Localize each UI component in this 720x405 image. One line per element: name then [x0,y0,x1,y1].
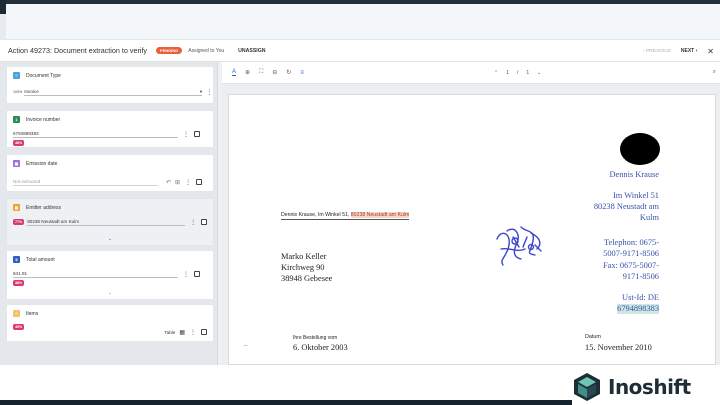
previous-button[interactable]: ‹ PREVIOUS [643,49,671,54]
add-icon[interactable]: ⊞ [175,179,180,186]
table-label: Table [164,329,176,335]
invoice-number-input[interactable]: 6794898383 [13,130,178,138]
letterhead-street: Im Winkel 51 [612,191,659,200]
emission-date-input[interactable]: Not extracted [13,178,158,186]
more-options-icon[interactable]: ⋮ [182,131,190,138]
expand-chevron-icon[interactable]: ⌄ [108,236,112,242]
sender-line: Dennis Krause, Im Winkel 51, 80238 Neust… [281,212,410,220]
order-label: Ihre Bestellung vom [293,335,338,341]
list-icon: ≡ [13,310,20,317]
signature-stamp [496,226,542,266]
recipient-name: Marko Keller [281,252,327,261]
letterhead-city2: Kulm [639,213,659,222]
close-icon[interactable]: ✕ [707,47,714,56]
action-bar: Action 49273: Document extraction to ver… [0,40,720,62]
verify-checkbox[interactable] [194,131,200,137]
fields-panel: ≡ Document Type 100% Invoice ▾ ⋮ 1 Invoi… [0,62,218,365]
letterhead-city1: 80238 Neustadt am [593,202,659,211]
status-badge: PENDING [156,47,183,54]
field-items[interactable]: ≡ Items 40% Table ▦ ⋮ [6,304,214,342]
more-options-icon[interactable]: ⋮ [189,219,197,226]
field-label: Emitter address [26,204,62,211]
search-icon[interactable]: ⌕ [713,69,716,76]
letterhead-ustnum[interactable]: 6794898383 [617,304,659,314]
more-options-icon[interactable]: ⋮ [206,89,212,96]
document-page: Dennis Krause Im Winkel 51 80238 Neustad… [228,94,716,365]
header-strip [6,4,720,40]
recipient-street: Kirchweg 90 [281,263,325,272]
order-date: 6. Oktober 2003 [293,343,348,352]
page-separator: / [516,70,519,76]
letterhead-ustid: Ust-Id: DE [622,293,659,302]
verify-checkbox[interactable] [196,179,203,185]
zoom-out-icon[interactable]: ⊖ [272,69,277,76]
table-grid-icon[interactable]: ▦ [179,329,185,336]
lines-icon[interactable]: ≡ [300,70,304,76]
inoshift-logo-icon [574,373,600,401]
field-emitter-address[interactable]: ▤ Emitter address 77% 80238 Neustadt am … [6,198,214,246]
date-value: 15. November 2010 [585,343,652,352]
footer-line [0,400,580,405]
fit-page-icon[interactable]: ⛶ [259,69,263,76]
field-label: Invoice number [26,116,61,123]
emitter-address-input[interactable]: 80238 Neustadt am Kulm [27,218,186,226]
confidence-badge: 48% [13,140,25,146]
document-viewer: A ⊕ ⛶ ⊖ ↻ ≡ ⌃ 1 / 1 ⌄ ⌕ Dennis Krause Im… [222,62,720,365]
field-document-type[interactable]: ≡ Document Type 100% Invoice ▾ ⋮ [6,66,214,104]
confidence-badge: 77% [13,219,25,225]
emitter-address-highlight[interactable]: 80238 Neustadt am Kulm [350,212,410,218]
address-icon: ▤ [13,204,20,211]
recipient-city: 38948 Gebesee [281,274,333,283]
field-emission-date[interactable]: ▦ Emission date Not extracted ↶ ⊞ ⋮ [6,154,214,192]
confidence-badge: 100% [13,90,23,94]
currency-icon: $ [13,256,20,263]
field-label: Emission date [26,160,58,167]
verify-checkbox[interactable] [201,219,207,225]
total-pages: 1 [526,70,530,76]
brand-name: Inoshift [608,375,691,399]
letterhead-phone2: 5007-9171-8506 [603,249,659,258]
field-label: Items [26,310,39,317]
letterhead-phone1: Telephon: 0675- [603,238,659,247]
total-amount-input[interactable]: 841.91 [13,270,178,278]
pager-nav: ‹ PREVIOUS NEXT › ✕ [643,40,714,62]
current-page: 1 [506,70,509,76]
number-icon: 1 [13,116,20,123]
page-down-icon[interactable]: ⌄ [537,70,541,76]
page-up-icon[interactable]: ⌃ [494,70,498,76]
field-total-amount[interactable]: $ Total amount 841.91 ⋮ 38% ⌄ [6,250,214,300]
letterhead-fax2: 9171-8506 [622,272,659,281]
document-type-select[interactable]: Invoice ▾ [24,88,203,96]
unassign-button[interactable]: UNASSIGN [238,48,265,54]
action-title: Action 49273: Document extraction to ver… [8,46,148,55]
zoom-in-icon[interactable]: ⊕ [245,69,250,76]
calendar-icon: ▦ [13,160,20,167]
more-options-icon[interactable]: ⋮ [189,329,197,336]
page-navigator: ⌃ 1 / 1 ⌄ [494,62,541,84]
document-type-icon: ≡ [13,72,20,79]
assigned-label: Assigned to You [188,47,225,54]
next-button[interactable]: NEXT › [681,48,697,54]
undo-icon[interactable]: ↶ [166,179,171,186]
confidence-badge: 38% [13,280,25,286]
letterhead-fax1: Fax: 0675-5007- [602,261,659,270]
verify-checkbox[interactable] [201,329,207,335]
viewer-toolbar: A ⊕ ⛶ ⊖ ↻ ≡ [222,62,720,84]
more-options-icon[interactable]: ⋮ [184,179,192,186]
field-label: Total amount [26,256,55,263]
rotate-icon[interactable]: ↻ [286,69,291,76]
brand-logo: Inoshift [572,369,720,405]
redaction-blob [620,133,660,165]
margin-mark: – [244,343,248,349]
text-tool-icon[interactable]: A [232,69,237,76]
dropdown-arrow-icon: ▾ [199,89,203,94]
verify-checkbox[interactable] [194,271,200,277]
expand-chevron-icon[interactable]: ⌄ [108,290,112,296]
letterhead-name: Dennis Krause [609,170,659,179]
more-options-icon[interactable]: ⋮ [182,271,190,278]
field-label: Document Type [26,72,61,79]
recipient-block: Marko Keller Kirchweg 90 38948 Gebesee [281,251,332,284]
date-label: Datum [585,334,601,340]
field-invoice-number[interactable]: 1 Invoice number 6794898383 ⋮ 48% [6,110,214,148]
